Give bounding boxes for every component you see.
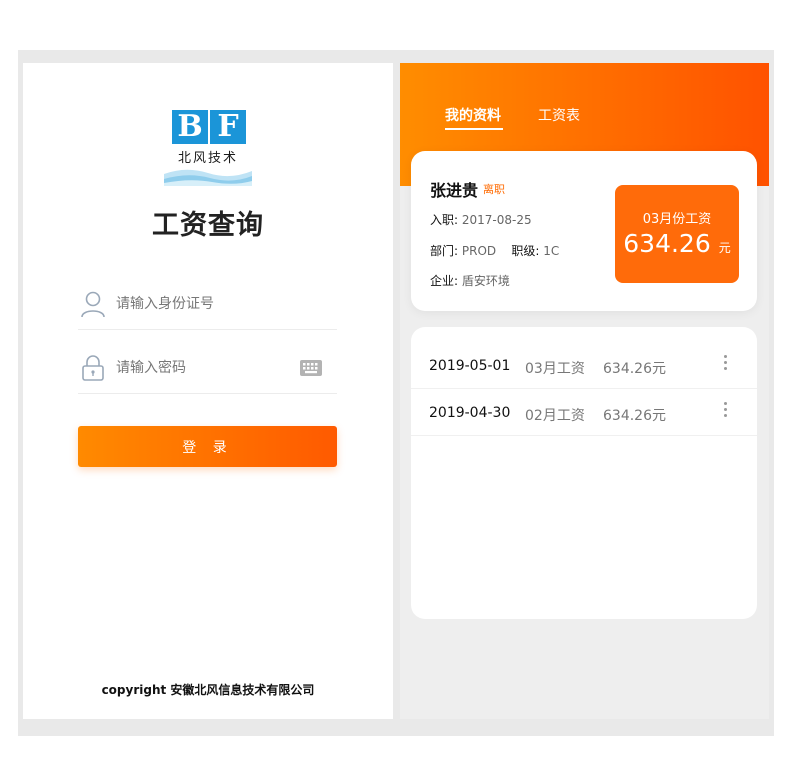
company-value: 盾安环境 — [461, 274, 510, 288]
login-screen: B F 北风技术 工资查询 请输入身份证号 登 录 copyright 安徽北风… — [23, 63, 393, 719]
join-date-row: 入职: 2017-08-25 — [430, 211, 532, 228]
profile-screen: 我的资料 工资表 张进贵 离职 入职: 2017-08-25 部门: PROD … — [400, 63, 769, 719]
more-vertical-icon[interactable] — [721, 401, 731, 419]
login-button[interactable]: 登 录 — [78, 426, 337, 467]
user-icon — [81, 291, 105, 318]
status-badge: 离职 — [483, 183, 505, 196]
record-amount: 634.26元 — [603, 408, 666, 424]
password-field — [78, 342, 337, 394]
lock-icon — [82, 355, 104, 381]
logo-wave-icon — [164, 169, 252, 186]
record-month: 02月工资 — [525, 408, 585, 424]
department-label: 部门: — [430, 244, 459, 258]
logo-text: 北风技术 — [177, 151, 238, 166]
join-date-value: 2017-08-25 — [461, 213, 532, 227]
company-logo: B F 北风技术 — [164, 110, 252, 186]
password-input[interactable] — [116, 354, 296, 382]
record-date: 2019-05-01 — [429, 358, 511, 374]
salary-amount-value: 634.26 — [623, 229, 711, 258]
employee-name: 张进贵 — [430, 181, 479, 200]
department-row: 部门: PROD 职级: 1C — [430, 242, 559, 259]
latest-salary-amount: 634.26 元 — [615, 229, 739, 258]
id-number-field — [78, 278, 337, 330]
more-vertical-icon[interactable] — [721, 354, 731, 372]
keyboard-icon[interactable] — [300, 360, 322, 376]
latest-salary-box[interactable]: 03月份工资 634.26 元 — [615, 185, 739, 283]
tab-salary-table[interactable]: 工资表 — [538, 105, 580, 125]
active-tab-indicator — [445, 128, 503, 130]
level-label: 职级: — [511, 244, 540, 258]
level-value: 1C — [543, 244, 560, 258]
page-title: 工资查询 — [152, 210, 264, 241]
list-item[interactable]: 2019-04-30 02月工资 634.26元 — [411, 389, 757, 436]
salary-unit: 元 — [718, 241, 731, 255]
logo-letter-b: B — [172, 110, 208, 144]
salary-records-list: 2019-05-01 03月工资 634.26元 2019-04-30 02月工… — [411, 327, 757, 619]
department-value: PROD — [461, 244, 497, 258]
id-number-input[interactable] — [116, 290, 296, 318]
list-item[interactable]: 2019-05-01 03月工资 634.26元 — [411, 342, 757, 389]
latest-salary-label: 03月份工资 — [642, 212, 712, 227]
record-month: 03月工资 — [525, 361, 585, 377]
logo-letter-f: F — [210, 110, 246, 144]
tab-my-profile[interactable]: 我的资料 — [445, 105, 501, 125]
record-date: 2019-04-30 — [429, 405, 511, 421]
employee-info-card: 张进贵 离职 入职: 2017-08-25 部门: PROD 职级: 1C 企业… — [411, 151, 757, 311]
join-date-label: 入职: — [430, 213, 459, 227]
company-label: 企业: — [430, 274, 459, 288]
copyright-text: copyright 安徽北风信息技术有限公司 — [101, 683, 315, 697]
company-row: 企业: 盾安环境 — [430, 272, 510, 289]
record-amount: 634.26元 — [603, 361, 666, 377]
